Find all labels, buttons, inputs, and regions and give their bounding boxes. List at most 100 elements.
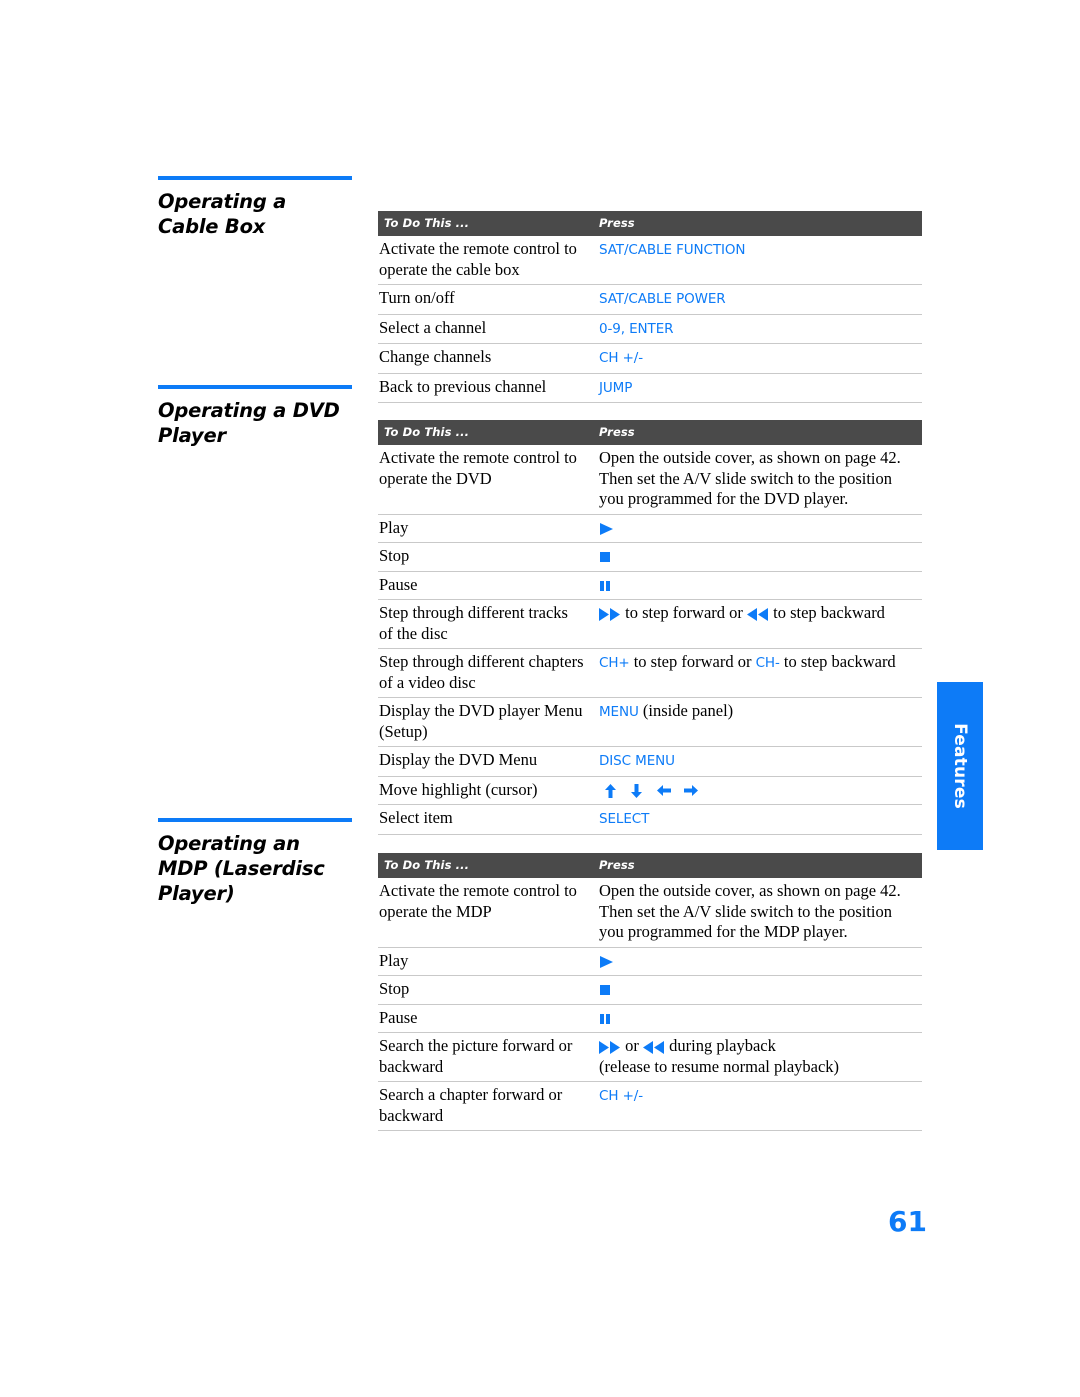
arrow-right-icon (683, 784, 698, 797)
column-header-press: Press (588, 211, 922, 236)
table-cable-box: To Do This ... Press Activate the remote… (378, 211, 922, 403)
table-row: Pause (378, 1004, 922, 1033)
column-header-to-do: To Do This ... (378, 211, 588, 236)
table-row: Search the picture forward or backward o… (378, 1032, 922, 1082)
table-row: Change channels CH +/- (378, 343, 922, 374)
cell-press: JUMP (588, 373, 922, 403)
table-row: Activate the remote control to operate t… (378, 878, 922, 948)
section-title: Operating an MDP (Laserdisc Player) (158, 832, 325, 905)
table-header-row: To Do This ... Press (378, 420, 922, 445)
press-label: DISC MENU (599, 753, 675, 769)
heading-rule (158, 818, 352, 822)
table-row: Play (378, 514, 922, 543)
cell-press: CH+ to step forward or CH- to step backw… (588, 648, 922, 698)
table-row: Select item SELECT (378, 804, 922, 835)
cell-to-do: Play (378, 514, 588, 543)
page-number: 61 (888, 1205, 927, 1238)
cell-press: MENU (inside panel) (588, 697, 922, 747)
column-header-press: Press (588, 420, 922, 445)
press-text-end: to step backward (783, 652, 896, 671)
cell-press: Open the outside cover, as shown on page… (588, 878, 922, 948)
press-text-line2: (release to resume normal playback) (599, 1056, 840, 1076)
stop-icon (599, 551, 611, 563)
table-row: Pause (378, 571, 922, 600)
cell-press: Open the outside cover, as shown on page… (588, 445, 922, 515)
fast-forward-icon (599, 1040, 621, 1054)
cell-press (588, 776, 922, 805)
press-text-mid: to step forward or (625, 603, 743, 622)
press-label: SELECT (599, 811, 650, 827)
cell-to-do: Display the DVD player Menu (Setup) (378, 697, 588, 747)
cell-to-do: Pause (378, 571, 588, 600)
press-label: SAT/CABLE POWER (599, 291, 726, 307)
cell-to-do: Step through different tracks of the dis… (378, 599, 588, 649)
section-heading-mdp-player: Operating an MDP (Laserdisc Player) (158, 818, 352, 906)
cell-press: SELECT (588, 804, 922, 835)
cell-to-do: Stop (378, 975, 588, 1005)
cell-to-do: Search a chapter forward or backward (378, 1081, 588, 1131)
arrow-down-icon (630, 783, 643, 798)
column-header-press: Press (588, 853, 922, 878)
section-title: Operating a Cable Box (158, 190, 287, 238)
section-title: Operating a DVD Player (158, 399, 340, 447)
cell-to-do: Change channels (378, 343, 588, 374)
cell-press: CH +/- (588, 343, 922, 374)
press-text-mid: to step forward or (633, 652, 752, 671)
cell-to-do: Step through different chapters of a vid… (378, 648, 588, 698)
cell-press (588, 947, 922, 976)
press-text-end: to step backward (773, 603, 885, 622)
section-heading-cable-box: Operating a Cable Box (158, 176, 352, 239)
cell-to-do: Activate the remote control to operate t… (378, 236, 588, 285)
cell-to-do: Move highlight (cursor) (378, 776, 588, 805)
table-row: Back to previous channel JUMP (378, 373, 922, 403)
table-row: Move highlight (cursor) (378, 776, 922, 805)
press-label: 0-9, ENTER (599, 320, 674, 337)
table-row: Play (378, 947, 922, 976)
cell-press (588, 975, 922, 1005)
cell-press: or during playback (release to resume no… (588, 1032, 922, 1082)
cell-press: SAT/CABLE FUNCTION (588, 236, 922, 285)
fast-forward-icon (599, 607, 621, 621)
table-header-row: To Do This ... Press (378, 853, 922, 878)
table-header-row: To Do This ... Press (378, 211, 922, 236)
pause-icon (599, 1013, 611, 1025)
table-row: Select a channel 0-9, ENTER (378, 314, 922, 344)
press-text-mid: or (625, 1036, 639, 1055)
press-label-a: CH+ (599, 655, 630, 671)
cell-press: DISC MENU (588, 746, 922, 777)
cell-to-do: Select a channel (378, 314, 588, 344)
cell-to-do: Turn on/off (378, 284, 588, 315)
cell-press (588, 542, 922, 572)
cell-to-do: Activate the remote control to operate t… (378, 878, 588, 948)
cell-press (588, 1004, 922, 1033)
cell-to-do: Stop (378, 542, 588, 572)
press-label: CH +/- (599, 350, 644, 366)
table-row: Activate the remote control to operate t… (378, 445, 922, 515)
cell-press: 0-9, ENTER (588, 314, 922, 344)
press-label-a: MENU (599, 704, 639, 720)
pause-icon (599, 580, 611, 592)
cell-to-do: Select item (378, 804, 588, 835)
table-mdp-player: To Do This ... Press Activate the remote… (378, 853, 922, 1131)
press-label: JUMP (599, 379, 633, 396)
cell-to-do: Back to previous channel (378, 373, 588, 403)
cell-to-do: Pause (378, 1004, 588, 1033)
play-icon (599, 522, 614, 536)
cell-to-do: Display the DVD Menu (378, 746, 588, 777)
table-row: Display the DVD Menu DISC MENU (378, 746, 922, 777)
document-page: Operating a Cable Box To Do This ... Pre… (0, 0, 1080, 1397)
play-icon (599, 955, 614, 969)
arrow-left-icon (656, 784, 671, 797)
cell-to-do: Search the picture forward or backward (378, 1032, 588, 1082)
cell-press: CH +/- (588, 1081, 922, 1131)
heading-rule (158, 385, 352, 389)
stop-icon (599, 984, 611, 996)
side-tab-features[interactable]: Features (937, 682, 983, 850)
cell-to-do: Play (378, 947, 588, 976)
rewind-icon (643, 1040, 665, 1054)
press-text-end: (inside panel) (642, 701, 734, 720)
column-header-to-do: To Do This ... (378, 853, 588, 878)
column-header-to-do: To Do This ... (378, 420, 588, 445)
press-label: CH +/- (599, 1088, 644, 1104)
table-row: Stop (378, 975, 922, 1005)
